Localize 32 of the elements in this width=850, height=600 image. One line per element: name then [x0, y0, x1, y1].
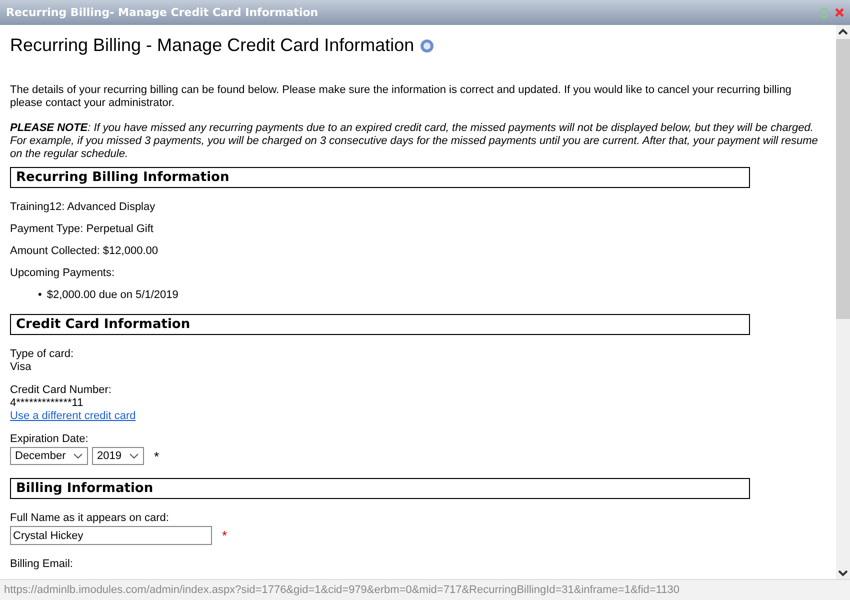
info-text: Amount Collected: $12,000.00	[10, 245, 159, 257]
status-url: https://adminlb.imodules.com/admin/index.aspx?sid=1776&gid=1&cid=979&erbm=0&mid=717&RecurringBillingId=31&inframe=1&fid=1130	[4, 584, 680, 596]
field-value: 4*************11	[10, 397, 84, 410]
chevron-down-icon	[129, 453, 139, 459]
field-label: Full Name as it appears on card:	[10, 512, 170, 525]
note-text: PLEASE NOTE: If you have missed any recurring payments due to an expired credit card, the missed payments will not be displayed below, but they will be charged. For example, if you missed 3 payments, you will be charged on 3 consecutive days for the missed payments until you are current. After that, your payment will resume on the regular schedule.	[10, 122, 819, 161]
info-text: Payment Type: Perpetual Gift	[10, 223, 154, 235]
change-card-link[interactable]: Use a different credit card	[10, 410, 136, 422]
section-header: Recurring Billing Information	[10, 167, 750, 188]
required-mark: *	[154, 448, 160, 464]
close-icon[interactable]	[835, 8, 844, 17]
field-label: Expiration Date:	[10, 433, 90, 446]
field-label: Billing Email:	[10, 558, 74, 571]
chevron-down-icon	[73, 453, 83, 459]
upcoming-label: Upcoming Payments:	[10, 267, 116, 279]
info-text: Training12: Advanced Display	[10, 201, 156, 213]
field-label: Type of card:	[10, 348, 75, 361]
scrollbar[interactable]	[836, 25, 850, 580]
payment-item: $2,000.00 due on 5/1/2019	[46, 289, 178, 301]
section-header: Credit Card Information	[10, 314, 750, 335]
bullet-mark: •	[38, 289, 42, 301]
field-value: Visa	[10, 361, 32, 374]
window-title: Recurring Billing- Manage Credit Card Information	[6, 6, 320, 19]
intro-text: The details of your recurring billing can be found below. Please make sure the information is correct and updated. If you would like to cancel your recurring billing please contact your administrator.	[10, 84, 792, 110]
required-mark: *	[222, 528, 228, 543]
section-header: Billing Information	[10, 478, 750, 499]
page-heading: Recurring Billing - Manage Credit Card Information	[10, 35, 414, 56]
field-label: Credit Card Number:	[10, 384, 112, 397]
month-select[interactable]: December	[10, 447, 88, 465]
year-select[interactable]: 2019	[92, 447, 144, 465]
name-field[interactable]: Crystal Hickey	[10, 526, 212, 545]
help-icon[interactable]	[420, 38, 434, 52]
